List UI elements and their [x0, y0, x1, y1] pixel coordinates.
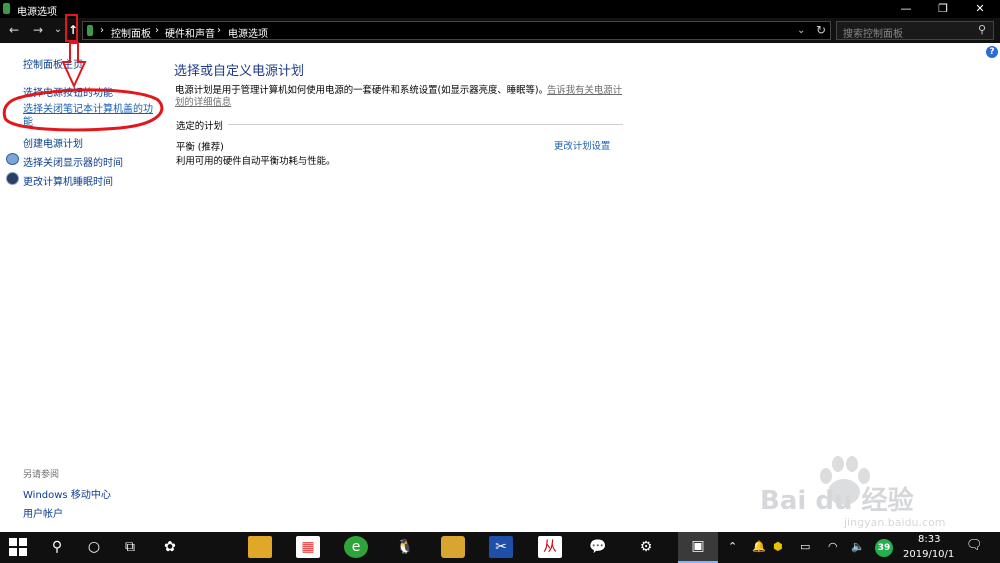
ie-browser-icon[interactable]: e [344, 536, 368, 558]
up-button[interactable]: ↑ [65, 22, 81, 38]
page-title: 选择或自定义电源计划 [174, 64, 305, 79]
learn-more-link-cont[interactable]: 划的详细信息 [175, 94, 231, 108]
baidu-watermark: Bai du 经验 jingyan.baidu.com [752, 450, 992, 530]
battery-app-icon [3, 3, 10, 14]
close-button[interactable]: ✕ [963, 0, 997, 18]
recent-locations-button[interactable]: ⌄ [50, 22, 66, 38]
sidebar-item-display-off[interactable]: 选择关闭显示器的时间 [23, 154, 123, 169]
start-windows-icon[interactable] [6, 536, 30, 558]
minimize-button[interactable]: — [889, 0, 923, 18]
watermark-logo-text: Bai du 经验 [760, 486, 914, 516]
sidebar: 控制面板主页 选择电源按钮的功能 选择关闭笔记本计算机盖的功能 创建电源计划 选… [0, 44, 160, 532]
sleep-moon-icon [6, 172, 19, 185]
notification-bell-icon[interactable]: 🔔 [752, 540, 766, 553]
battery-icon[interactable]: ▭ [800, 540, 810, 553]
sidebar-item-lid-close[interactable]: 选择关闭笔记本计算机盖的功能 [23, 103, 153, 129]
back-button[interactable]: ← [6, 22, 22, 38]
refresh-button[interactable]: ↻ [816, 23, 826, 37]
cortana-icon[interactable]: ○ [82, 536, 106, 558]
sidebar-home-link[interactable]: 控制面板主页 [23, 56, 83, 71]
breadcrumb-power-options[interactable]: 电源选项 [228, 25, 268, 40]
help-icon[interactable]: ? [986, 46, 998, 58]
main-content: 选择或自定义电源计划 电源计划是用于管理计算机如何使用电源的一套硬件和系统设置(… [170, 44, 640, 204]
breadcrumb-control-panel[interactable]: 控制面板 [111, 25, 151, 40]
window-title: 电源选项 [17, 7, 57, 18]
maximize-button[interactable]: ❐ [926, 0, 960, 18]
see-also-user-accounts[interactable]: 用户帐户 [23, 505, 63, 520]
section-heading: 选定的计划 [176, 121, 223, 132]
sidebar-item-power-button[interactable]: 选择电源按钮的功能 [23, 84, 113, 99]
search-icon[interactable]: ⚲ [978, 23, 986, 36]
task-view-icon[interactable]: ⧉ [118, 536, 142, 558]
search-box[interactable]: 搜索控制面板 ⚲ [836, 21, 994, 40]
clock-time[interactable]: 8:33 [918, 534, 940, 545]
search-input[interactable]: 搜索控制面板 [843, 25, 903, 40]
game-app-icon[interactable] [441, 536, 465, 558]
wechat-icon[interactable]: 💬 [586, 536, 610, 558]
breadcrumb-hardware-sound[interactable]: 硬件和声音 [165, 25, 215, 40]
breadcrumb-separator: › [100, 25, 104, 36]
address-dropdown-icon[interactable]: ⌄ [797, 25, 805, 36]
security-shield-icon[interactable]: ⬢ [773, 540, 783, 553]
title-bar: 电源选项 — ❐ ✕ [0, 0, 1000, 18]
tools-app-icon[interactable]: ✂ [489, 536, 513, 558]
qq-icon[interactable]: 🐧 [393, 536, 417, 558]
breadcrumb-separator: › [217, 25, 221, 36]
learn-more-link-text: 告诉我有关电源计 [547, 85, 623, 96]
sidebar-item-lid-close-label: 选择关闭笔记本计算机盖的功能 [23, 104, 153, 128]
sidebar-item-sleep-time[interactable]: 更改计算机睡眠时间 [23, 173, 113, 188]
office-app-icon[interactable]: 从 [538, 536, 562, 558]
plan-description: 利用可用的硬件自动平衡功耗与性能。 [176, 156, 336, 167]
breadcrumb-separator: › [155, 25, 159, 36]
navigation-bar: ← → ⌄ ↑ › 控制面板 › 硬件和声音 › 电源选项 ⌄ ↻ 搜索控制面板… [0, 18, 1000, 43]
wifi-icon[interactable]: ◠ [828, 540, 838, 553]
power-options-icon [87, 25, 93, 36]
search-icon[interactable]: ⚲ [45, 536, 69, 558]
store-icon[interactable]: ▦ [296, 536, 320, 558]
volume-icon[interactable]: 🔈 [851, 540, 865, 553]
show-hidden-icons-chevron-icon[interactable]: ⌃ [728, 540, 737, 553]
watermark-url: jingyan.baidu.com [844, 516, 946, 529]
plan-name[interactable]: 平衡 (推荐) [176, 139, 224, 153]
see-also-mobility-center[interactable]: Windows 移动中心 [23, 486, 111, 501]
change-plan-settings-link[interactable]: 更改计划设置 [554, 138, 610, 152]
sidebar-item-create-plan[interactable]: 创建电源计划 [23, 135, 83, 150]
forward-button[interactable]: → [30, 22, 46, 38]
taskbar: ⚲ ○ ⧉ ✿ ▦ e 🐧 ✂ 从 💬 ⚙ ▣ ⌃ 🔔 ⬢ ▭ ◠ 🔈 39 8… [0, 532, 1000, 563]
address-bar[interactable]: › 控制面板 › 硬件和声音 › 电源选项 ⌄ ↻ [82, 21, 831, 40]
clock-date[interactable]: 2019/10/1 [903, 549, 954, 560]
section-divider [228, 124, 623, 125]
action-center-icon[interactable]: 🗨 [966, 538, 983, 553]
file-explorer-icon[interactable] [248, 536, 272, 558]
pinwheel-app-icon[interactable]: ✿ [158, 536, 182, 558]
learn-more-link[interactable]: 告诉我有关电源计 [547, 82, 622, 96]
control-panel-icon[interactable]: ▣ [678, 532, 718, 563]
see-also-heading: 另请参阅 [23, 470, 60, 480]
app-badge[interactable]: 39 [875, 539, 893, 557]
settings-gear-icon[interactable]: ⚙ [634, 536, 658, 558]
display-icon [6, 153, 19, 165]
